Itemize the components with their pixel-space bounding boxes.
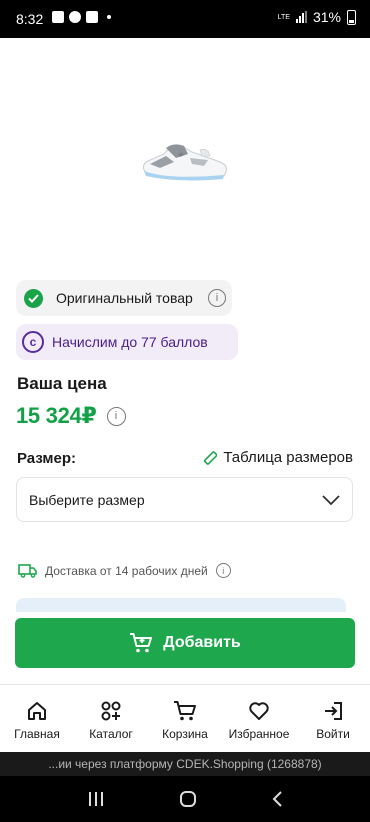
system-nav-bar [0, 776, 370, 822]
lte-icon: LTE [277, 13, 290, 21]
price-info-icon[interactable]: i [106, 406, 126, 426]
original-product-label: Оригинальный товар [56, 290, 193, 306]
nav-cart-label: Корзина [162, 727, 208, 741]
back-icon[interactable] [271, 790, 283, 808]
nav-cart[interactable]: Корзина [150, 686, 220, 752]
signal-icon [295, 11, 307, 23]
platform-banner: ...ии через платформу CDEK.Shopping (126… [0, 752, 370, 776]
info-icon[interactable]: i [208, 289, 226, 307]
price-label: Ваша цена [17, 374, 107, 393]
points-coin-icon: c [22, 331, 44, 353]
platform-banner-text: ...ии через платформу CDEK.Shopping (126… [48, 757, 322, 771]
notification-icons [52, 11, 111, 23]
points-badge[interactable]: c Начислим до 77 баллов [16, 324, 238, 360]
cart-icon [174, 701, 196, 721]
catalog-icon [101, 701, 121, 721]
bottom-nav: Главная Каталог Корзина Избранное Войти [0, 686, 370, 752]
more-notifications-icon [107, 15, 111, 19]
nav-catalog[interactable]: Каталог [76, 686, 146, 752]
status-time: 8:32 [16, 11, 44, 27]
nav-login[interactable]: Войти [298, 686, 368, 752]
nav-catalog-label: Каталог [89, 727, 133, 741]
recent-apps-icon[interactable] [87, 791, 105, 807]
delivery-info: Доставка от 14 рабочих дней i [18, 563, 231, 578]
price-row: 15 324₽ i [16, 403, 126, 429]
nav-favorites-label: Избранное [228, 727, 290, 741]
original-product-badge: Оригинальный товар i [16, 280, 232, 316]
home-button-icon[interactable] [179, 790, 197, 808]
points-label: Начислим до 77 баллов [52, 334, 208, 350]
promo-banner-edge [16, 598, 346, 612]
ruler-icon [204, 450, 218, 465]
whatsapp-icon [69, 11, 81, 23]
size-label: Размер: [17, 450, 77, 467]
check-icon [24, 288, 43, 308]
size-select-placeholder: Выберите размер [29, 491, 145, 508]
add-to-cart-label: Добавить [163, 634, 241, 651]
sneaker-image [143, 144, 227, 181]
battery-icon [347, 9, 356, 25]
heart-icon [249, 702, 269, 720]
cart-icon [130, 633, 153, 653]
nav-favorites[interactable]: Избранное [224, 686, 294, 752]
nav-home[interactable]: Главная [2, 686, 72, 752]
delivery-text: Доставка от 14 рабочих дней [45, 563, 208, 578]
status-bar: 8:32 LTE 31% [0, 0, 370, 38]
nav-home-label: Главная [14, 727, 60, 741]
gallery-icon [52, 11, 64, 23]
size-table-label: Таблица размеров [223, 449, 353, 466]
status-right: LTE 31% [278, 9, 356, 25]
product-image[interactable] [0, 38, 370, 278]
price-value: 15 324₽ [16, 403, 97, 428]
home-icon [28, 702, 46, 720]
truck-icon [18, 564, 37, 578]
add-to-cart-button[interactable]: Добавить [15, 618, 355, 668]
nav-divider [0, 684, 370, 685]
size-select[interactable]: Выберите размер [16, 477, 353, 522]
mail-icon [86, 11, 98, 23]
chevron-down-icon [322, 494, 340, 505]
delivery-info-icon[interactable]: i [215, 563, 231, 578]
login-icon [325, 702, 342, 720]
size-table-link[interactable]: Таблица размеров [203, 449, 353, 466]
nav-login-label: Войти [316, 727, 350, 741]
battery-percent: 31% [312, 9, 341, 25]
